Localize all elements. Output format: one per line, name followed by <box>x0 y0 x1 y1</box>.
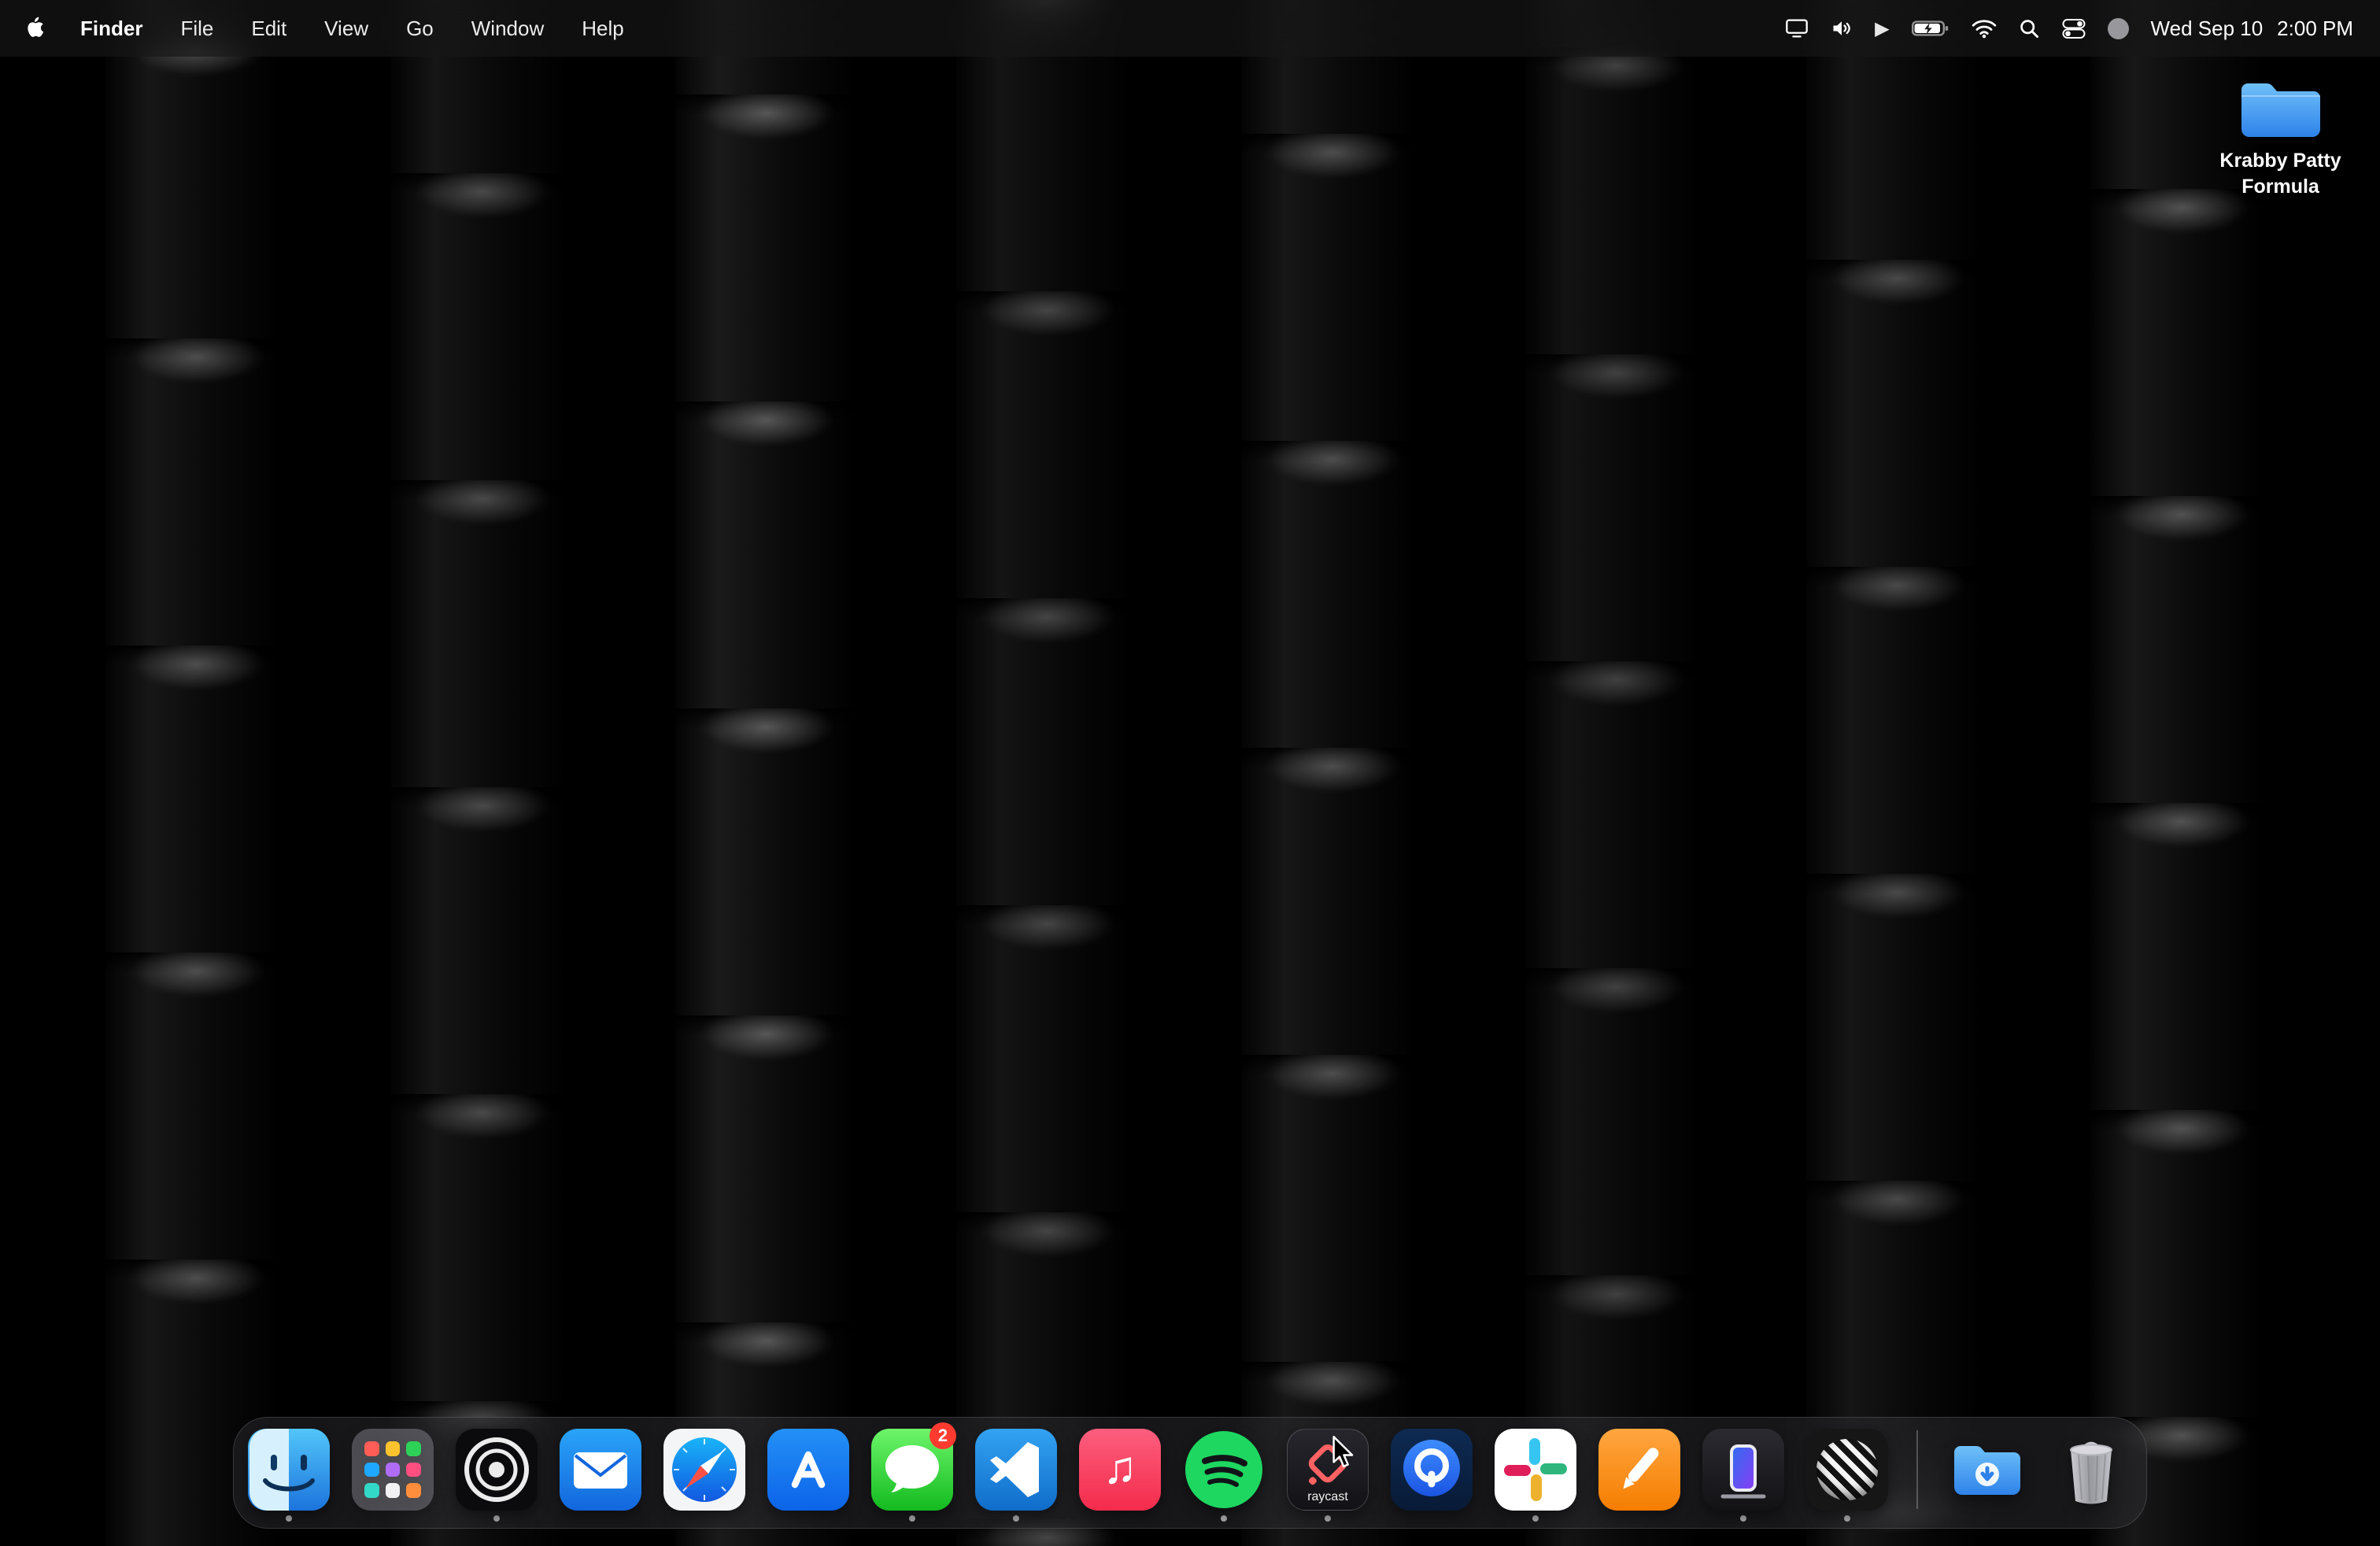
dock-separator <box>1916 1430 1918 1509</box>
dock-finder[interactable] <box>248 1429 330 1522</box>
apple-menu[interactable] <box>22 15 60 43</box>
menu-bar-status-area: ▶ <box>1743 14 2358 43</box>
menu-item-go[interactable]: Go <box>389 17 451 41</box>
menu-item-help[interactable]: Help <box>564 17 641 41</box>
dock-safari[interactable] <box>663 1429 745 1522</box>
wallpaper-column <box>2090 0 2273 1546</box>
iphone-mirroring-icon <box>1702 1429 1784 1511</box>
dock-iphone-mirroring[interactable] <box>1702 1429 1784 1522</box>
downloads-folder-icon <box>1946 1429 2028 1511</box>
running-indicator <box>493 1515 500 1522</box>
running-indicator <box>1325 1515 1331 1522</box>
gray-circle-icon <box>2108 18 2129 39</box>
app-store-icon <box>767 1429 849 1511</box>
safari-compass-icon <box>663 1429 745 1511</box>
music-note-icon: ♫ <box>1079 1429 1161 1511</box>
wifi-icon[interactable] <box>1972 14 1997 43</box>
menu-item-view[interactable]: View <box>307 17 386 41</box>
trash-icon <box>2050 1429 2132 1511</box>
pen-icon <box>1598 1429 1680 1511</box>
dock-messages[interactable]: 2 <box>871 1429 953 1522</box>
concentric-circles-icon <box>456 1429 538 1511</box>
desktop-folder-krabby-patty-formula[interactable]: Krabby Patty Formula <box>2196 72 2365 199</box>
desktop-wallpaper <box>0 0 2380 1546</box>
wallpaper-column <box>1525 0 1708 1546</box>
folder-icon <box>2237 72 2325 142</box>
notification-badge: 2 <box>929 1422 956 1449</box>
dock-spotify[interactable] <box>1183 1429 1265 1522</box>
spotify-icon <box>1183 1429 1265 1511</box>
menu-bar-clock[interactable]: Wed Sep 10 2:00 PM <box>2151 17 2353 41</box>
dock-music[interactable]: ♫ <box>1079 1429 1161 1522</box>
wallpaper-column <box>1241 0 1424 1546</box>
menu-bar-left: Finder File Edit View Go Window Help <box>22 15 641 43</box>
wallpaper-column <box>391 0 574 1546</box>
slack-icon <box>1495 1429 1576 1511</box>
folder-label: Krabby Patty Formula <box>2210 148 2352 199</box>
vscode-icon <box>975 1429 1057 1511</box>
running-indicator <box>909 1515 915 1522</box>
dock-mail[interactable] <box>560 1429 641 1522</box>
dock-app-store[interactable] <box>767 1429 849 1522</box>
clock-date: Wed Sep 10 <box>2151 17 2264 41</box>
mouse-cursor <box>1332 1436 1355 1469</box>
battery-icon[interactable] <box>1912 14 1949 43</box>
dock-downloads-folder[interactable] <box>1946 1429 2028 1522</box>
running-indicator <box>286 1515 292 1522</box>
dock-1password[interactable] <box>1391 1429 1473 1522</box>
wallpaper-column <box>956 0 1139 1546</box>
dock: 2 ♫ <box>233 1417 2147 1529</box>
wallpaper-column <box>1806 0 1989 1546</box>
control-center-icon[interactable] <box>2062 14 2086 43</box>
dock-raycast[interactable]: raycast <box>1287 1429 1369 1522</box>
finder-icon <box>248 1429 330 1511</box>
wallpaper-column <box>105 0 288 1546</box>
menu-item-window[interactable]: Window <box>454 17 561 41</box>
striped-sphere-icon <box>1806 1429 1888 1511</box>
status-colored-grid-icon[interactable] <box>1743 18 1763 39</box>
menu-item-finder[interactable]: Finder <box>63 17 160 41</box>
wallpaper-column <box>675 0 858 1546</box>
dock-trash[interactable] <box>2050 1429 2132 1522</box>
user-status-icon[interactable] <box>2108 14 2129 43</box>
now-playing-icon[interactable]: ▶ <box>1875 14 1889 43</box>
launchpad-icon <box>352 1429 434 1511</box>
volume-icon[interactable] <box>1831 14 1853 43</box>
raycast-icon: raycast <box>1287 1429 1369 1511</box>
apple-logo-icon <box>27 15 46 43</box>
clock-time: 2:00 PM <box>2277 17 2353 41</box>
dock-concentric-circles-app[interactable] <box>456 1429 538 1522</box>
dock-orange-pen-app[interactable] <box>1598 1429 1680 1522</box>
running-indicator <box>1221 1515 1227 1522</box>
dock-slack[interactable] <box>1495 1429 1576 1522</box>
running-indicator <box>1013 1515 1019 1522</box>
menu-item-edit[interactable]: Edit <box>234 17 304 41</box>
1password-keyhole-icon <box>1391 1429 1473 1511</box>
dock-vscode[interactable] <box>975 1429 1057 1522</box>
menu-bar: Finder File Edit View Go Window Help ▶ <box>0 0 2380 57</box>
spotlight-search-icon[interactable] <box>2019 14 2040 43</box>
dock-launchpad[interactable] <box>352 1429 434 1522</box>
running-indicator <box>1740 1515 1746 1522</box>
running-indicator <box>1532 1515 1539 1522</box>
display-status-icon[interactable] <box>1785 14 1809 43</box>
dock-striped-sphere-app[interactable] <box>1806 1429 1888 1522</box>
raycast-icon-label: raycast <box>1288 1490 1368 1504</box>
mail-icon <box>560 1429 641 1511</box>
running-indicator <box>1844 1515 1850 1522</box>
menu-item-file[interactable]: File <box>163 17 231 41</box>
